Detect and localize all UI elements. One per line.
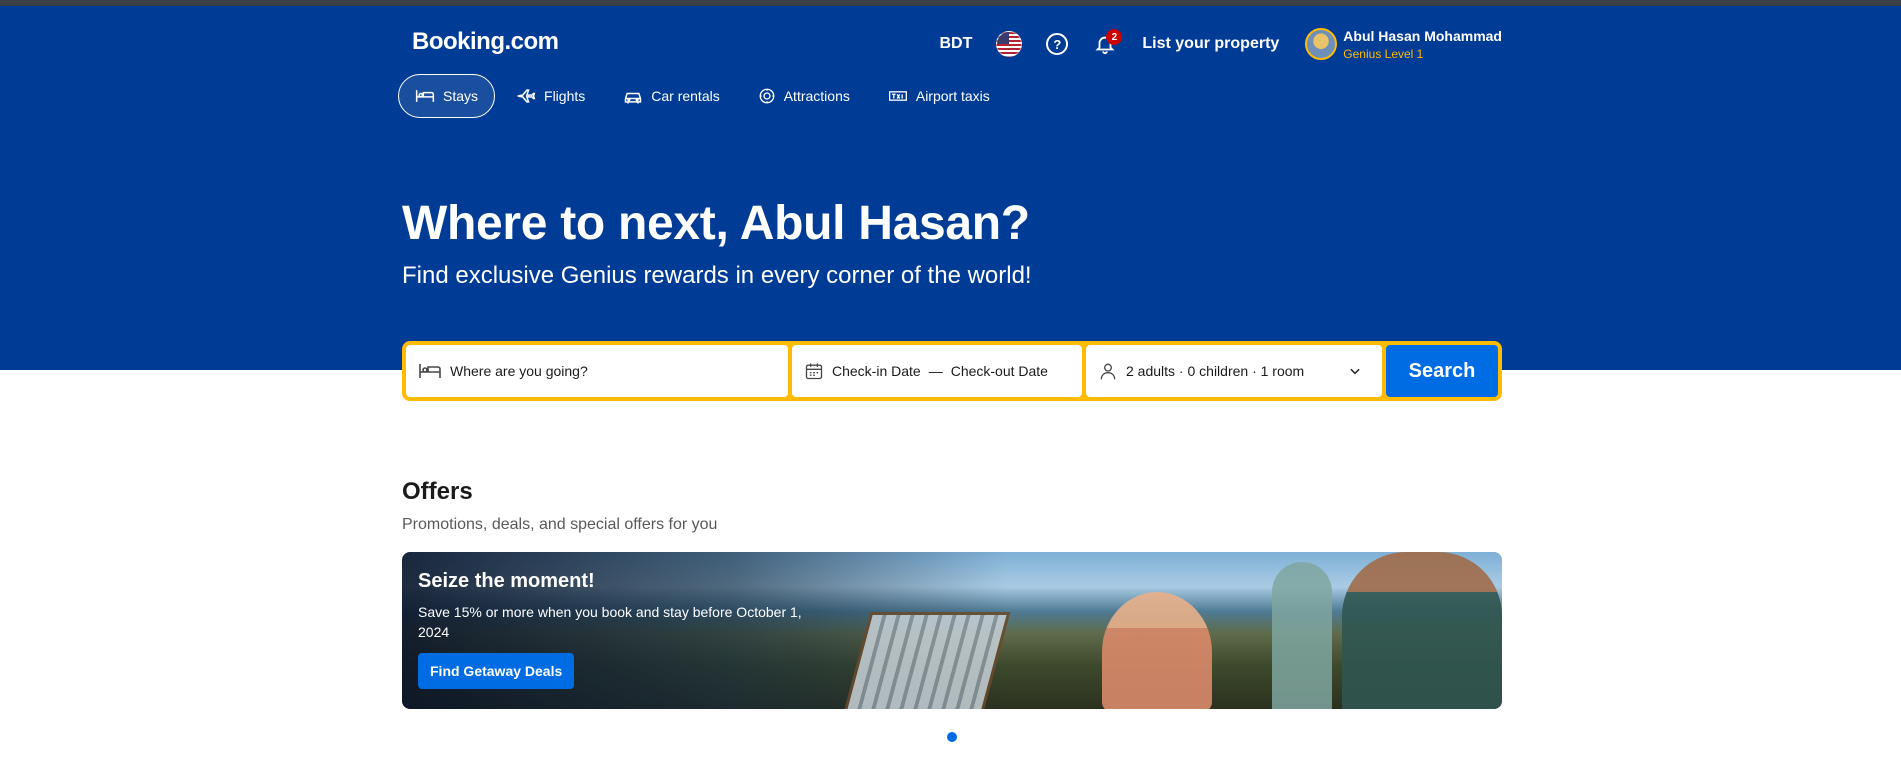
- tab-label: Stays: [443, 88, 479, 104]
- chevron-down-icon: [1350, 368, 1360, 375]
- tab-label: Airport taxis: [915, 88, 990, 104]
- plane-icon: [517, 89, 536, 103]
- surfboard-image: [1272, 562, 1332, 709]
- hero-title: Where to next, Abul Hasan?: [402, 197, 1030, 250]
- product-nav: Stays Flights Car rentals Attractions Ai…: [398, 74, 1502, 118]
- date-picker-field[interactable]: Check-in Date — Check-out Date: [792, 345, 1082, 397]
- man-image: [1342, 552, 1502, 709]
- car-icon: [625, 92, 642, 104]
- genius-level: Genius Level 1: [1343, 46, 1424, 61]
- search-button[interactable]: Search: [1386, 345, 1498, 397]
- booking-logo[interactable]: Booking.com: [412, 28, 559, 56]
- checkin-label: Check-in Date: [832, 363, 921, 379]
- destination-placeholder: Where are you going?: [450, 363, 588, 379]
- occupancy-field[interactable]: 2 adults · 0 children · 1 room: [1086, 345, 1382, 397]
- offer-text: Save 15% or more when you book and stay …: [418, 604, 802, 640]
- avatar: [1305, 28, 1338, 60]
- site-header: Booking.com BDT ? 2 List your property A…: [398, 6, 1502, 76]
- tab-label: Flights: [544, 88, 586, 104]
- taxi-icon: [888, 91, 907, 101]
- tab-label: Attractions: [783, 88, 850, 104]
- checkout-label: Check-out Date: [950, 363, 1048, 379]
- list-property-link[interactable]: List your property: [1130, 24, 1291, 64]
- tab-airport-taxis[interactable]: Airport taxis: [871, 74, 1007, 118]
- woman-image: [1102, 592, 1212, 709]
- carousel-dot[interactable]: [947, 732, 957, 742]
- offer-card[interactable]: Seize the moment! Save 15% or more when …: [402, 552, 1502, 709]
- notification-badge: 2: [1106, 29, 1123, 45]
- bell-icon: 2: [1092, 29, 1123, 57]
- attractions-icon: [759, 88, 775, 104]
- person-icon: [1100, 363, 1116, 380]
- tab-stays[interactable]: Stays: [398, 74, 496, 118]
- offers-title: Offers: [402, 478, 473, 505]
- beach-chair-image: [843, 612, 1011, 709]
- tab-car-rentals[interactable]: Car rentals: [606, 74, 736, 118]
- occupancy-value: 2 adults · 0 children · 1 room: [1126, 363, 1305, 379]
- language-button[interactable]: [984, 24, 1034, 64]
- us-flag-icon: [996, 31, 1023, 57]
- bed-icon: [419, 364, 441, 378]
- header-actions: BDT ? 2 List your property Abul Hasan Mo…: [928, 24, 1503, 64]
- tab-attractions[interactable]: Attractions: [741, 74, 867, 118]
- offers-subtitle: Promotions, deals, and special offers fo…: [402, 516, 718, 533]
- tab-flights[interactable]: Flights: [499, 74, 602, 118]
- currency-button[interactable]: BDT: [928, 24, 985, 64]
- offer-title: Seize the moment!: [418, 570, 595, 592]
- tab-label: Car rentals: [651, 88, 720, 104]
- search-bar: Where are you going? Check-in Date — Che…: [402, 341, 1502, 401]
- calendar-icon: [805, 363, 823, 380]
- help-button[interactable]: ?: [1034, 24, 1080, 64]
- notifications-button[interactable]: 2: [1080, 24, 1130, 64]
- question-icon: ?: [1046, 33, 1069, 55]
- user-name: Abul Hasan Mohammad: [1343, 27, 1502, 44]
- hero-subtitle: Find exclusive Genius rewards in every c…: [402, 262, 1032, 289]
- destination-field[interactable]: Where are you going?: [406, 345, 788, 397]
- date-separator: —: [928, 363, 943, 379]
- bed-icon: [415, 90, 435, 102]
- find-deals-button[interactable]: Find Getaway Deals: [418, 653, 575, 689]
- profile-menu[interactable]: Abul Hasan Mohammad Genius Level 1: [1291, 28, 1502, 61]
